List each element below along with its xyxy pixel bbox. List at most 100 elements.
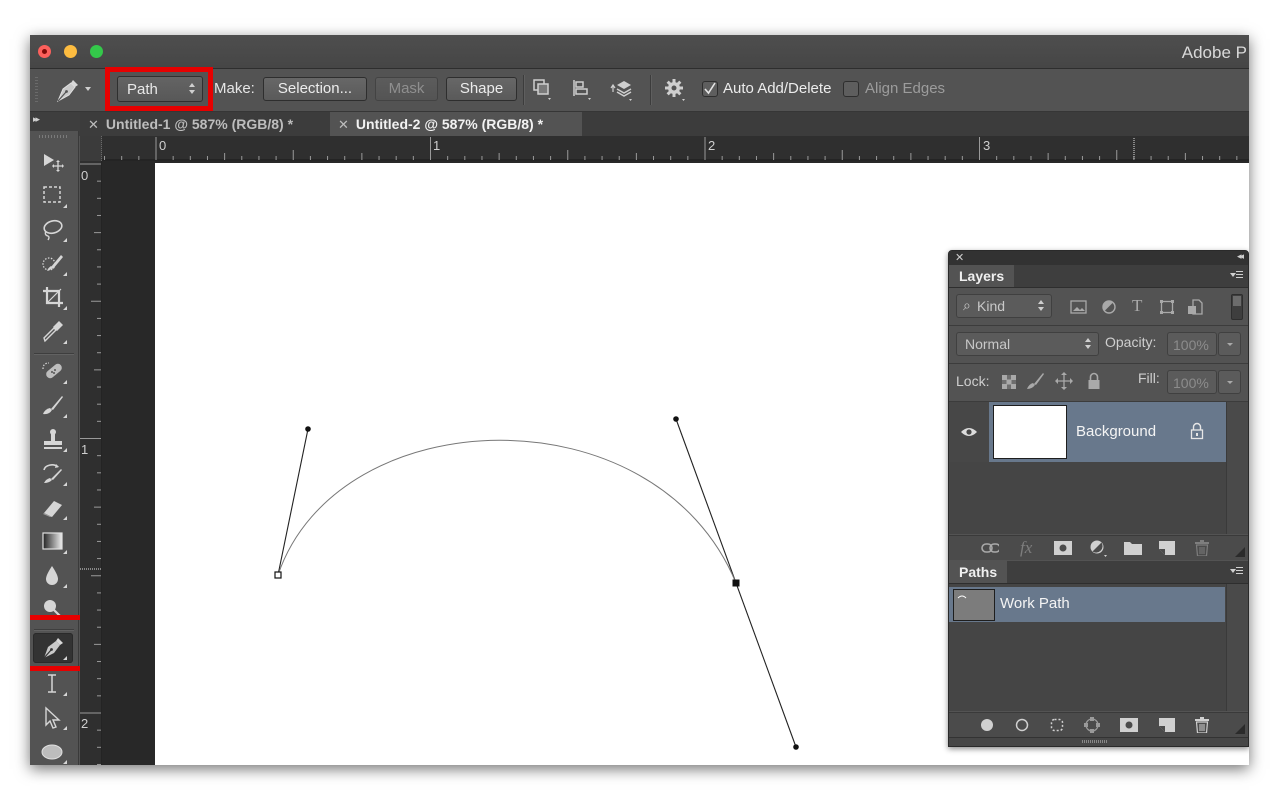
quick-selection-tool[interactable] (33, 249, 73, 279)
stroke-path-icon[interactable] (1015, 718, 1029, 732)
lock-position-icon[interactable] (1055, 372, 1073, 390)
close-tab-icon[interactable]: ✕ (338, 117, 349, 132)
horizontal-ruler[interactable]: 0 1 2 3 (102, 136, 1249, 161)
tab-layers[interactable]: Layers (949, 265, 1015, 287)
opacity-dropdown-button[interactable] (1218, 332, 1241, 356)
new-layer-icon[interactable] (1159, 541, 1175, 555)
collapse-panel-icon[interactable]: ◂◂ (1237, 251, 1244, 262)
filter-toggle-switch[interactable] (1231, 294, 1243, 320)
minimize-window-button[interactable] (64, 45, 77, 58)
lock-all-icon[interactable] (1087, 372, 1101, 390)
lock-row: Lock: Fill: 100% (949, 364, 1248, 402)
visibility-toggle[interactable] (949, 402, 990, 462)
make-mask-button[interactable]: Mask (375, 77, 438, 101)
panel-menu-icon[interactable] (1230, 567, 1243, 577)
blur-tool[interactable] (33, 561, 73, 591)
fx-icon[interactable]: fx (1020, 538, 1032, 558)
lasso-tool[interactable] (33, 215, 73, 245)
lock-transparent-pixels-icon[interactable] (1002, 375, 1016, 389)
close-tab-icon[interactable]: ✕ (88, 117, 99, 132)
panel-title-bar[interactable]: ✕ ◂◂ (949, 251, 1248, 265)
auto-add-delete-checkbox[interactable] (702, 81, 718, 97)
opacity-input[interactable]: 100% (1167, 332, 1217, 356)
shape-filter-icon[interactable] (1159, 299, 1175, 315)
fill-input[interactable]: 100% (1167, 370, 1217, 394)
load-selection-icon[interactable] (1050, 718, 1064, 732)
crop-tool[interactable] (33, 283, 73, 313)
lock-image-pixels-icon[interactable] (1026, 372, 1046, 390)
panel-bottom-grip[interactable] (949, 737, 1248, 746)
tab-untitled-1[interactable]: ✕ Untitled-1 @ 587% (RGB/8) * (80, 112, 326, 136)
type-filter-icon[interactable]: T (1132, 296, 1142, 316)
zoom-window-button[interactable] (90, 45, 103, 58)
layer-thumbnail (993, 405, 1067, 459)
align-edges-label[interactable]: Align Edges (865, 80, 945, 97)
path-thumbnail (953, 589, 995, 621)
ruler-origin[interactable] (80, 136, 102, 161)
layers-scrollbar[interactable] (1226, 402, 1248, 534)
image-filter-icon[interactable] (1070, 299, 1088, 315)
trash-icon[interactable] (1194, 717, 1210, 733)
type-tool[interactable] (33, 669, 73, 699)
tools-panel-grip[interactable] (39, 135, 67, 138)
align-edges-checkbox[interactable] (843, 81, 859, 97)
link-icon[interactable] (981, 540, 999, 556)
filter-kind-select[interactable]: ⌕ Kind (956, 294, 1052, 318)
options-bar-grip[interactable] (35, 77, 38, 103)
fill-dropdown-button[interactable] (1218, 370, 1241, 394)
app-title: Adobe P (1181, 43, 1247, 62)
path-arrangement-button[interactable] (608, 77, 636, 103)
chevron-down-icon (1227, 381, 1233, 384)
up-down-arrows-icon (1038, 300, 1045, 312)
path-alignment-button[interactable] (570, 77, 598, 103)
move-tool[interactable] (33, 147, 73, 177)
adjustment-layer-icon[interactable] (1089, 540, 1109, 558)
close-window-button[interactable] (38, 45, 51, 58)
history-brush-tool[interactable] (33, 459, 73, 489)
mask-icon[interactable] (1120, 718, 1138, 732)
tool-flyout-indicator (63, 550, 67, 554)
eraser-tool[interactable] (33, 493, 73, 523)
tools-divider (34, 353, 74, 355)
tool-flyout-indicator (63, 516, 67, 520)
make-work-path-icon[interactable] (1083, 716, 1101, 734)
ellipse-tool[interactable] (33, 737, 73, 765)
trash-icon[interactable] (1194, 540, 1210, 556)
new-path-icon[interactable] (1159, 718, 1175, 732)
close-panel-icon[interactable]: ✕ (955, 251, 964, 264)
tab-paths[interactable]: Paths (949, 561, 1008, 583)
gradient-tool[interactable] (33, 527, 73, 557)
path-row-work-path[interactable]: Work Path (949, 587, 1225, 622)
path-operations-button[interactable] (530, 77, 558, 103)
adjustment-filter-icon[interactable] (1101, 299, 1117, 315)
ruler-label: 2 (708, 138, 716, 153)
layer-row-background[interactable]: Background (989, 402, 1226, 462)
make-selection-button[interactable]: Selection... (263, 77, 367, 101)
panel-resize-grip[interactable] (1235, 547, 1245, 557)
tool-flyout-indicator (63, 760, 67, 764)
healing-brush-tool[interactable] (33, 357, 73, 387)
eyedropper-tool[interactable] (33, 317, 73, 347)
path-selection-tool[interactable] (33, 703, 73, 733)
settings-button[interactable] (662, 77, 690, 103)
tab-untitled-2[interactable]: ✕ Untitled-2 @ 587% (RGB/8) * (330, 112, 582, 136)
clone-stamp-tool[interactable] (33, 425, 73, 455)
blend-mode-select[interactable]: Normal (956, 332, 1099, 356)
fill-path-icon[interactable] (980, 718, 994, 732)
auto-add-delete-label[interactable]: Auto Add/Delete (723, 80, 831, 97)
move-icon (44, 154, 64, 172)
vertical-ruler[interactable]: 0 1 2 (80, 161, 102, 765)
folder-icon[interactable] (1124, 541, 1142, 555)
panel-menu-icon[interactable] (1230, 271, 1243, 281)
smart-object-filter-icon[interactable] (1187, 299, 1203, 315)
paths-scrollbar[interactable] (1226, 584, 1248, 711)
panel-resize-grip[interactable] (1235, 724, 1245, 734)
path-preview-icon (957, 595, 967, 599)
paths-list: Work Path (949, 584, 1226, 711)
tool-flyout-indicator (63, 380, 67, 384)
brush-tool[interactable] (33, 391, 73, 421)
mask-icon[interactable] (1054, 541, 1072, 555)
tool-preset-picker[interactable] (54, 77, 94, 103)
make-shape-button[interactable]: Shape (446, 77, 517, 101)
marquee-tool[interactable] (33, 181, 73, 211)
